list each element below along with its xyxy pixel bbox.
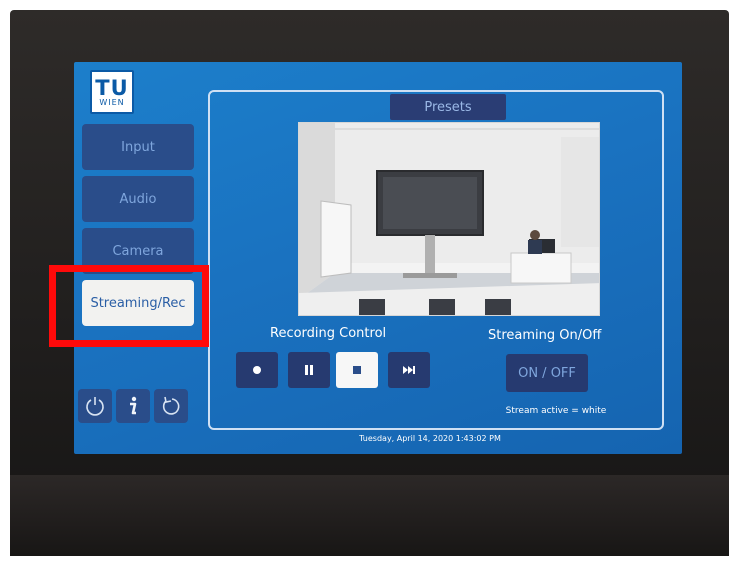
stream-toggle-label: ON / OFF <box>518 365 576 381</box>
stop-icon <box>353 366 361 374</box>
pause-icon <box>305 365 313 375</box>
touch-screen: TU WIEN Input Audio Camera Streaming/Rec <box>74 62 682 454</box>
sidebar-item-label: Audio <box>119 191 157 207</box>
streaming-title: Streaming On/Off <box>488 328 602 343</box>
logo-text-tu: TU <box>95 75 129 100</box>
device-bottom-edge <box>10 475 729 556</box>
camera-preview <box>298 122 600 316</box>
datetime-display: Tuesday, April 14, 2020 1:43:02 PM <box>359 434 501 443</box>
undo-icon <box>162 396 180 415</box>
recording-control-title: Recording Control <box>270 326 387 341</box>
skip-button[interactable] <box>388 352 430 388</box>
stop-button[interactable] <box>336 352 378 388</box>
tu-wien-logo: TU WIEN <box>90 70 134 114</box>
sidebar-item-input[interactable]: Input <box>82 124 194 170</box>
sidebar-item-audio[interactable]: Audio <box>82 176 194 222</box>
logo-text-wien: WIEN <box>99 97 125 107</box>
presets-label: Presets <box>424 99 472 115</box>
stream-toggle-button[interactable]: ON / OFF <box>506 354 588 392</box>
info-button[interactable] <box>116 389 150 423</box>
undo-button[interactable] <box>154 389 188 423</box>
skip-icon <box>403 366 415 374</box>
presets-button[interactable]: Presets <box>390 94 506 120</box>
sidebar-item-label: Input <box>121 139 155 155</box>
pause-button[interactable] <box>288 352 330 388</box>
power-icon <box>86 397 104 416</box>
power-button[interactable] <box>78 389 112 423</box>
info-icon <box>130 396 137 415</box>
sidebar-item-label: Camera <box>112 243 164 259</box>
record-button[interactable] <box>236 352 278 388</box>
highlight-box <box>49 265 209 347</box>
record-icon <box>253 366 261 374</box>
stream-hint: Stream active = white <box>505 406 607 416</box>
camera-scene <box>299 123 599 315</box>
